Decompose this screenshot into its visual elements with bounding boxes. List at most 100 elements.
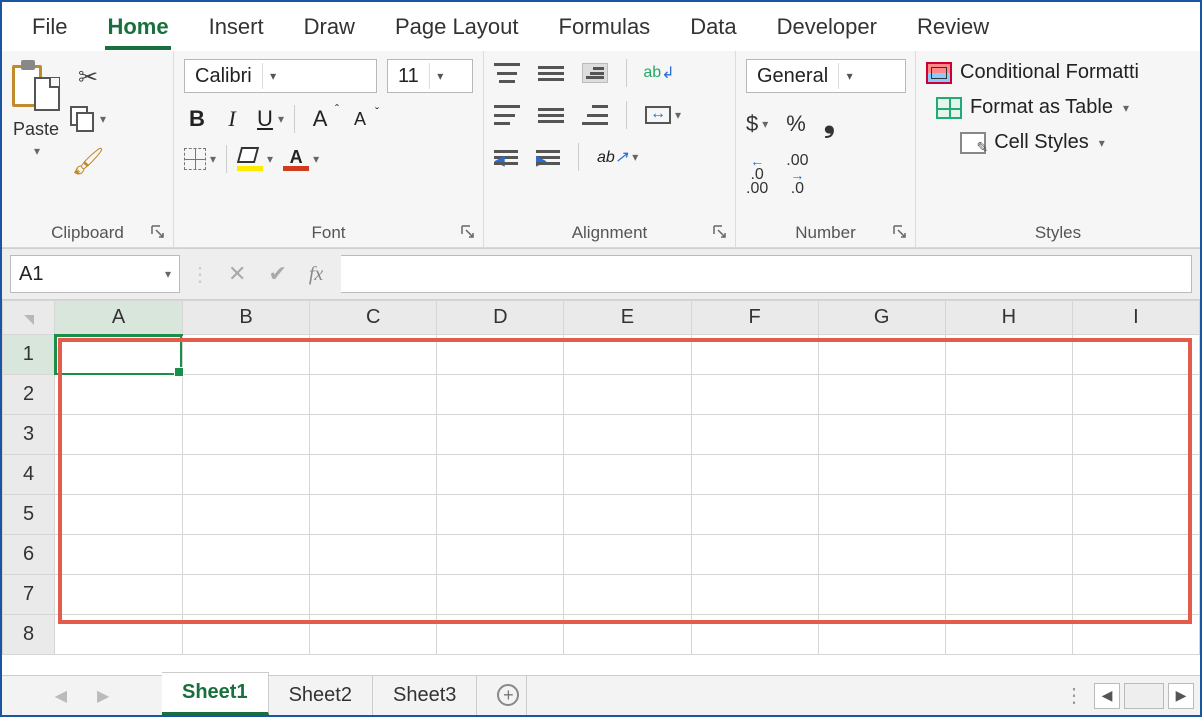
col-header-H[interactable]: H (945, 301, 1072, 335)
cell[interactable] (310, 415, 437, 455)
cell[interactable] (691, 535, 818, 575)
row-header-3[interactable]: 3 (3, 415, 55, 455)
col-header-E[interactable]: E (564, 301, 691, 335)
formula-input[interactable] (341, 255, 1192, 293)
cell[interactable] (691, 495, 818, 535)
row-header-6[interactable]: 6 (3, 535, 55, 575)
cell[interactable] (945, 615, 1072, 655)
cell[interactable] (564, 335, 691, 375)
bold-button[interactable]: B (184, 106, 210, 132)
tab-split-handle[interactable]: ⋮ (1058, 683, 1090, 708)
cell[interactable] (818, 415, 945, 455)
cell[interactable] (691, 375, 818, 415)
cell[interactable] (818, 535, 945, 575)
tab-insert[interactable]: Insert (207, 10, 266, 50)
cell[interactable] (437, 415, 564, 455)
sheet-tab-2[interactable]: Sheet2 (269, 675, 373, 715)
cell[interactable] (945, 455, 1072, 495)
copy-button[interactable]: ▾ (70, 106, 106, 132)
cell[interactable] (183, 455, 310, 495)
tab-home[interactable]: Home (105, 10, 170, 50)
fill-color-button[interactable]: ▾ (237, 147, 273, 171)
increase-indent-button[interactable]: ▶ (536, 147, 560, 167)
cell[interactable] (1072, 375, 1199, 415)
cell[interactable] (1072, 335, 1199, 375)
sheet-tab-3[interactable]: Sheet3 (373, 675, 477, 715)
cell[interactable] (945, 535, 1072, 575)
cell[interactable] (183, 575, 310, 615)
cell[interactable] (945, 415, 1072, 455)
cell[interactable] (437, 535, 564, 575)
cell[interactable] (183, 415, 310, 455)
tab-review[interactable]: Review (915, 10, 991, 50)
cell[interactable] (818, 575, 945, 615)
cancel-formula-button[interactable]: ✕ (228, 261, 246, 287)
align-bottom-button[interactable] (582, 63, 608, 83)
font-color-button[interactable]: A▾ (283, 147, 319, 171)
cell-styles-button[interactable]: Cell Styles ▾ (926, 131, 1139, 154)
cell[interactable] (1072, 415, 1199, 455)
cell[interactable] (437, 575, 564, 615)
cell[interactable] (437, 495, 564, 535)
sheet-nav-next[interactable]: ▶ (97, 686, 109, 706)
sheet-nav-prev[interactable]: ◀ (55, 686, 67, 706)
cell[interactable] (310, 535, 437, 575)
cell[interactable] (183, 535, 310, 575)
cell[interactable] (55, 535, 183, 575)
cell[interactable] (437, 375, 564, 415)
cell[interactable] (310, 335, 437, 375)
cell[interactable] (1072, 495, 1199, 535)
cell[interactable] (183, 375, 310, 415)
insert-function-button[interactable]: fx (309, 263, 323, 286)
italic-button[interactable]: I (220, 106, 244, 132)
cell[interactable] (564, 415, 691, 455)
cell[interactable] (818, 615, 945, 655)
cell[interactable] (1072, 535, 1199, 575)
cell[interactable] (55, 415, 183, 455)
cell[interactable] (55, 375, 183, 415)
col-header-C[interactable]: C (310, 301, 437, 335)
sheet-tab-1[interactable]: Sheet1 (162, 672, 269, 715)
row-header-5[interactable]: 5 (3, 495, 55, 535)
worksheet-grid[interactable]: A B C D E F G H I 1 2 3 4 5 6 7 8 (2, 300, 1200, 668)
cell[interactable] (691, 615, 818, 655)
cell[interactable] (437, 455, 564, 495)
cell[interactable] (437, 335, 564, 375)
row-header-1[interactable]: 1 (3, 335, 55, 375)
font-size-combo[interactable]: 11 ▾ (387, 59, 473, 93)
borders-button[interactable]: ▾ (184, 148, 216, 170)
increase-decimal-button[interactable]: ←.0.00 (746, 154, 768, 196)
cell[interactable] (691, 455, 818, 495)
underline-button[interactable]: U▾ (254, 106, 284, 132)
cell[interactable] (55, 335, 183, 375)
cell[interactable] (945, 375, 1072, 415)
col-header-G[interactable]: G (818, 301, 945, 335)
name-box[interactable]: A1 ▾ (10, 255, 180, 293)
percent-format-button[interactable]: % (786, 111, 806, 137)
cell[interactable] (818, 455, 945, 495)
accounting-format-button[interactable]: $▾ (746, 111, 768, 137)
cell[interactable] (55, 495, 183, 535)
cell[interactable] (183, 335, 310, 375)
cell[interactable] (564, 615, 691, 655)
cell[interactable] (55, 575, 183, 615)
align-center-button[interactable] (538, 105, 564, 125)
horizontal-scrollbar[interactable]: ⋮ ◀ ▶ (1058, 676, 1200, 715)
paste-dropdown[interactable]: ▾ (34, 144, 40, 158)
cell[interactable] (1072, 455, 1199, 495)
align-right-button[interactable] (582, 105, 608, 125)
comma-format-button[interactable]: ❟ (824, 107, 835, 140)
cell[interactable] (945, 575, 1072, 615)
cell[interactable] (183, 615, 310, 655)
cell[interactable] (691, 415, 818, 455)
cell[interactable] (183, 495, 310, 535)
cell[interactable] (818, 495, 945, 535)
cell[interactable] (691, 335, 818, 375)
cell[interactable] (564, 455, 691, 495)
grow-font-button[interactable]: Aˆ (305, 106, 335, 132)
cell[interactable] (945, 495, 1072, 535)
enter-formula-button[interactable]: ✔ (268, 261, 286, 287)
wrap-text-button[interactable]: ab↲ (645, 63, 673, 83)
decrease-indent-button[interactable]: ◀ (494, 147, 518, 167)
cell[interactable] (691, 575, 818, 615)
